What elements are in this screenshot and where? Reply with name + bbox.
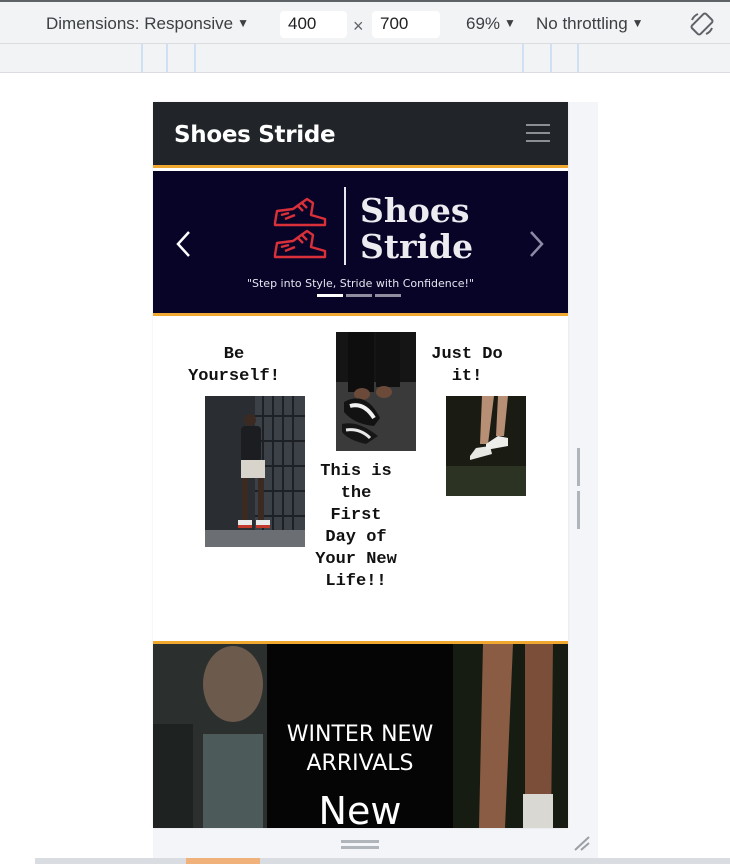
dimensions-dropdown[interactable]: Dimensions: Responsive ▼	[46, 14, 249, 34]
scrollbar-thumb[interactable]	[186, 858, 260, 864]
right-resize-handle[interactable]	[577, 448, 586, 529]
carousel-indicator[interactable]	[375, 294, 401, 297]
ruler-tick	[194, 44, 196, 72]
throttling-label: No throttling	[536, 14, 628, 33]
carousel-indicator[interactable]	[346, 294, 372, 297]
chevron-right-icon[interactable]	[526, 229, 546, 259]
ruler-tick	[522, 44, 524, 72]
ruler-tick	[141, 44, 143, 72]
caret-down-icon: ▼	[237, 16, 249, 30]
logo-wordmark: Shoes Stride	[360, 193, 473, 265]
media-query-bar	[0, 44, 730, 73]
brand-link[interactable]: Shoes Stride	[174, 122, 336, 148]
width-input[interactable]: 400	[280, 11, 347, 38]
horizontal-scrollbar[interactable]	[35, 858, 730, 864]
hamburger-icon[interactable]	[526, 124, 550, 144]
banner-heading: WINTER NEW ARRIVALS	[267, 720, 453, 778]
banner-line-1: WINTER NEW	[286, 722, 434, 747]
banner-line-2: ARRIVALS	[306, 751, 414, 776]
throttling-dropdown[interactable]: No throttling ▼	[536, 14, 644, 34]
sneaker-legs-photo	[446, 396, 526, 496]
logo-line-1: Shoes	[360, 191, 470, 230]
ruler-tick	[550, 44, 552, 72]
features-section: Be Yourself! Just Do it! This is the Fir…	[153, 316, 568, 641]
emulated-page: Shoes Stride Shoes Stride "Step into Sty…	[153, 102, 568, 828]
chevron-left-icon[interactable]	[174, 229, 194, 259]
ruler-tick	[166, 44, 168, 72]
corner-resize-icon[interactable]	[572, 834, 592, 852]
devtools-toolbar: Dimensions: Responsive ▼ 400 × 700 69% ▼ N…	[0, 0, 730, 44]
navbar: Shoes Stride	[153, 102, 568, 168]
bottom-resize-handle[interactable]	[341, 840, 381, 849]
ruler-tick	[577, 44, 579, 72]
logo-line-2: Stride	[360, 227, 474, 266]
hero-carousel: Shoes Stride "Step into Style, Stride wi…	[153, 171, 568, 315]
shoe-lacing-photo	[336, 332, 416, 451]
zoom-label: 69%	[466, 14, 501, 33]
carousel-indicator[interactable]	[317, 294, 343, 297]
rotate-icon[interactable]	[688, 10, 716, 38]
model-photo	[205, 396, 305, 547]
feature-right-text: Just Do it!	[431, 345, 503, 386]
times-label: ×	[353, 16, 364, 36]
carousel-indicators	[317, 284, 409, 297]
caret-down-icon: ▼	[631, 16, 644, 30]
feature-middle-text: This is the First Day of Your New Life!!	[315, 462, 397, 591]
shoe-logo-icon	[273, 197, 327, 259]
feature-left-text: Be Yourself!	[188, 345, 280, 386]
caret-down-icon: ▼	[504, 16, 516, 30]
winter-arrivals-banner: WINTER NEW ARRIVALS New	[153, 644, 568, 828]
logo-divider	[344, 187, 346, 265]
dimensions-label: Dimensions: Responsive	[46, 14, 234, 33]
height-input[interactable]: 700	[372, 11, 440, 38]
banner-big-text: New	[318, 789, 402, 828]
zoom-dropdown[interactable]: 69% ▼	[466, 14, 516, 34]
